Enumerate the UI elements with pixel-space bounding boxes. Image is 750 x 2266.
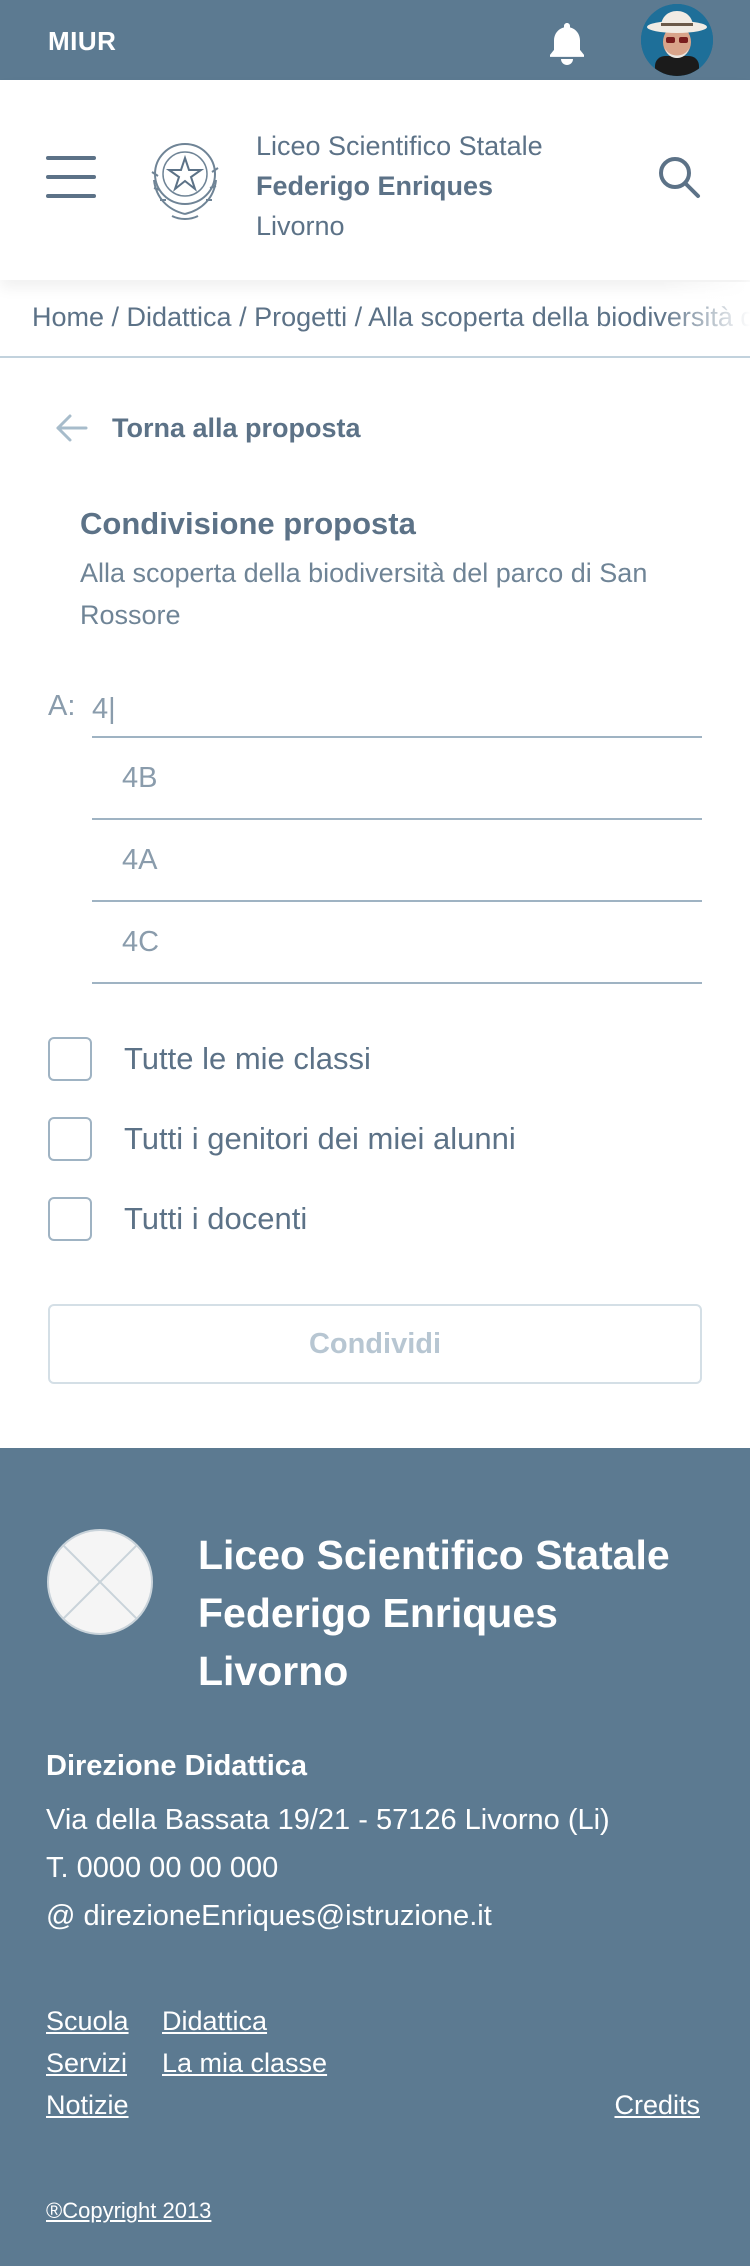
italian-republic-emblem [140, 130, 230, 226]
recipient-label: A: [48, 690, 76, 722]
option-all-classes[interactable]: Tutte le mie classi [48, 1036, 516, 1082]
checkbox[interactable] [48, 1117, 92, 1161]
site-header: Liceo Scientifico Statale Federigo Enriq… [0, 80, 750, 280]
footer-link-la-mia-classe[interactable]: La mia classe [162, 2048, 327, 2079]
hamburger-menu-icon[interactable] [46, 156, 96, 198]
footer-title-line-3: Livorno [198, 1648, 349, 1694]
school-line-2: Federigo Enriques [256, 171, 494, 201]
top-bar: MIUR [0, 0, 750, 80]
recipient-suggestions: 4B 4A 4C [92, 738, 702, 984]
school-line-3: Livorno [256, 211, 345, 241]
recipient-input[interactable] [92, 682, 702, 738]
footer-link-credits[interactable]: Credits [614, 2090, 700, 2121]
footer-direction: Direzione Didattica [46, 1750, 308, 1782]
back-link-label: Torna alla proposta [112, 412, 361, 443]
checkbox[interactable] [48, 1037, 92, 1081]
search-icon[interactable] [656, 154, 702, 200]
footer-logo-placeholder [46, 1528, 154, 1636]
footer-address: Via della Bassata 19/21 - 57126 Livorno … [46, 1804, 610, 1836]
footer-phone: T. 0000 00 00 000 [46, 1852, 279, 1884]
footer-title-line-2: Federigo Enriques [198, 1590, 558, 1636]
footer-school-name: Liceo Scientifico Statale Federigo Enriq… [198, 1526, 670, 1700]
miur-brand[interactable]: MIUR [48, 26, 116, 57]
share-title: Condivisione proposta [80, 506, 416, 541]
footer-contacts: Via della Bassata 19/21 - 57126 Livorno … [46, 1796, 610, 1940]
school-line-1: Liceo Scientifico Statale [256, 131, 543, 161]
suggestion-item[interactable]: 4A [92, 820, 702, 902]
suggestion-item[interactable]: 4C [92, 902, 702, 984]
suggestion-item[interactable]: 4B [92, 738, 702, 820]
share-button[interactable]: Condividi [48, 1304, 702, 1384]
footer-title-line-1: Liceo Scientifico Statale [198, 1532, 670, 1578]
option-all-teachers[interactable]: Tutti i docenti [48, 1196, 516, 1242]
bell-icon[interactable] [540, 16, 594, 70]
breadcrumb-fade [660, 282, 750, 356]
share-subtitle: Alla scoperta della biodiversità del par… [80, 558, 648, 630]
option-label: Tutti i docenti [124, 1201, 308, 1236]
footer-link-didattica[interactable]: Didattica [162, 2006, 267, 2037]
school-name[interactable]: Liceo Scientifico Statale Federigo Enriq… [256, 126, 543, 246]
option-label: Tutti i genitori dei miei alunni [124, 1121, 516, 1156]
breadcrumb: Home / Didattica / Progetti / Alla scope… [0, 282, 750, 358]
footer-email[interactable]: @ direzioneEnriques@istruzione.it [46, 1892, 610, 1940]
footer-copyright[interactable]: ®Copyright 2013 [46, 2198, 211, 2224]
arrow-left-icon [56, 414, 88, 442]
back-to-proposal-link[interactable]: Torna alla proposta [52, 408, 361, 448]
footer-link-scuola[interactable]: Scuola [46, 2006, 129, 2037]
breadcrumb-path[interactable]: Home / Didattica / Progetti / Alla scope… [32, 302, 750, 333]
checkbox[interactable] [48, 1197, 92, 1241]
footer-link-notizie[interactable]: Notizie [46, 2090, 129, 2121]
option-all-parents[interactable]: Tutti i genitori dei miei alunni [48, 1116, 516, 1162]
site-footer: Liceo Scientifico Statale Federigo Enriq… [0, 1448, 750, 2266]
user-avatar[interactable] [641, 4, 713, 76]
footer-link-servizi[interactable]: Servizi [46, 2048, 127, 2079]
share-options: Tutte le mie classi Tutti i genitori dei… [48, 1036, 516, 1276]
option-label: Tutte le mie classi [124, 1041, 371, 1076]
